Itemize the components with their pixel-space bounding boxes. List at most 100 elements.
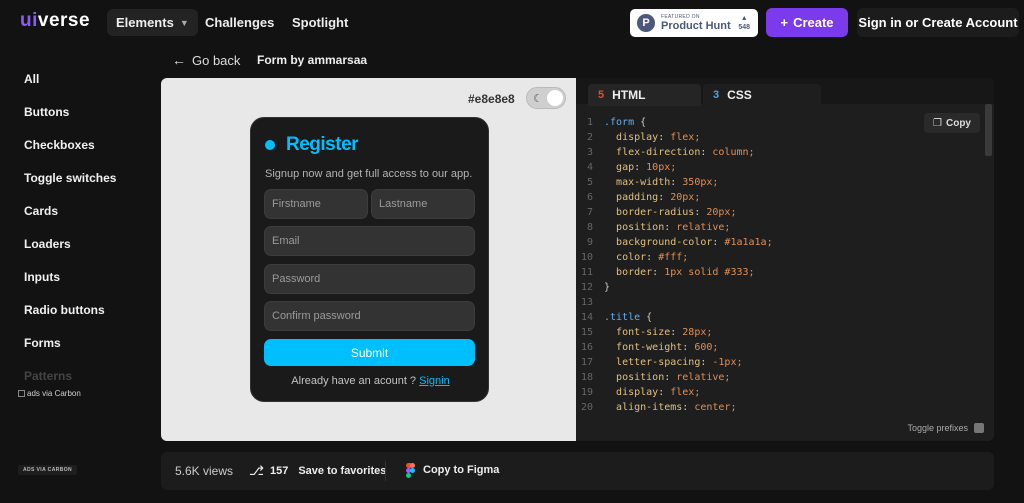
go-back-link[interactable]: ← Go back <box>172 52 240 68</box>
code-text: align-items: center; <box>616 402 737 413</box>
code-text: position: relative; <box>616 222 731 233</box>
sidebar-item-forms[interactable]: Forms <box>24 334 116 367</box>
sidebar: All Buttons Checkboxes Toggle switches C… <box>24 70 116 400</box>
nav-challenges[interactable]: Challenges <box>196 9 283 36</box>
code-line: 13 <box>576 295 981 310</box>
sidebar-item-all[interactable]: All <box>24 70 116 103</box>
form-message: Signup now and get full access to our ap… <box>265 168 473 180</box>
code-line: 3 flex-direction: column; <box>576 145 981 160</box>
ads-via-carbon-link[interactable]: ADS VIA CARBON <box>18 465 78 475</box>
confirm-password-input[interactable] <box>264 301 475 331</box>
save-to-favorites-button[interactable]: ⎇ 157 Save to favorites <box>249 463 386 479</box>
divider <box>385 461 386 481</box>
toggle-knob <box>547 90 563 106</box>
sidebar-item-cards[interactable]: Cards <box>24 202 116 235</box>
lastname-input[interactable] <box>371 189 475 219</box>
line-number: 1 <box>586 117 593 128</box>
code-line: 9 background-color: #1a1a1a; <box>576 235 981 250</box>
line-number: 13 <box>580 297 593 308</box>
line-number: 20 <box>580 402 593 413</box>
line-number: 5 <box>586 177 593 188</box>
code-line: 8 position: relative; <box>576 220 981 235</box>
code-line: 12} <box>576 280 981 295</box>
bookmark-icon: ⎇ <box>249 463 264 478</box>
sidebar-item-radio-buttons[interactable]: Radio buttons <box>24 301 116 334</box>
line-number: 8 <box>586 222 593 233</box>
code-line: 17 letter-spacing: -1px; <box>576 355 981 370</box>
moon-icon: ☾ <box>533 93 543 105</box>
upvote-count: ▲ 548 <box>738 15 750 31</box>
line-number: 14 <box>580 312 593 323</box>
nav-spotlight[interactable]: Spotlight <box>283 9 357 36</box>
code-panel: 5 HTML 3 CSS 1 .form {2 display: flex; 3 fle… <box>576 78 994 441</box>
code-text: letter-spacing: -1px; <box>616 357 743 368</box>
code-tabs: 5 HTML 3 CSS <box>576 78 994 106</box>
tab-css[interactable]: 3 CSS <box>703 84 821 106</box>
code-text: position: relative; <box>616 372 731 383</box>
create-button[interactable]: + Create <box>766 8 848 37</box>
code-text: border: 1px solid #333; <box>616 267 755 278</box>
password-input[interactable] <box>264 264 475 294</box>
line-number: 9 <box>586 237 593 248</box>
nav-elements-dropdown[interactable]: Elements ▼ <box>107 9 198 36</box>
figma-icon <box>406 463 415 478</box>
carbon-ad[interactable]: ads via Carbon <box>18 389 81 398</box>
stats-bar: 5.6K views ⎇ 157 Save to favorites Copy to… <box>161 452 994 490</box>
code-line: 4 gap: 10px; <box>576 160 981 175</box>
logo[interactable]: uiverse <box>20 10 90 32</box>
email-input[interactable] <box>264 226 475 256</box>
copy-button[interactable]: ❐ Copy <box>924 113 980 133</box>
code-line: 6 padding: 20px; <box>576 190 981 205</box>
preview-panel: #e8e8e8 ☾ Register Signup now and get fu… <box>161 78 576 441</box>
code-line: 2 display: flex; <box>576 130 981 145</box>
code-line: 7 border-radius: 20px; <box>576 205 981 220</box>
code-line: 20 align-items: center; <box>576 400 981 415</box>
code-text: font-weight: 600; <box>616 342 719 353</box>
sidebar-item-loaders[interactable]: Loaders <box>24 235 116 268</box>
html5-icon: 5 <box>598 89 605 101</box>
top-bar: uiverse Elements ▼ Challenges Spotlight P… <box>0 0 1024 44</box>
line-number: 19 <box>580 387 593 398</box>
toggle-prefixes[interactable]: Toggle prefixes <box>907 423 984 433</box>
line-number: 3 <box>586 147 593 158</box>
firstname-input[interactable] <box>264 189 368 219</box>
line-number: 18 <box>580 372 593 383</box>
toggle-prefixes-checkbox[interactable] <box>974 423 984 433</box>
code-line: 14 .title { <box>576 310 981 325</box>
tab-html[interactable]: 5 HTML <box>588 84 701 106</box>
arrow-left-icon: ← <box>172 52 186 68</box>
code-text: background-color: #1a1a1a; <box>616 237 773 248</box>
broken-image-icon <box>18 390 25 397</box>
page-title: Form by ammarsaa <box>257 53 368 67</box>
sidebar-item-checkboxes[interactable]: Checkboxes <box>24 136 116 169</box>
plus-icon: + <box>780 15 789 30</box>
code-line: 11 border: 1px solid #333; <box>576 265 981 280</box>
code-text: .title { <box>604 312 653 323</box>
signin-button[interactable]: Sign in or Create Account <box>857 8 1019 37</box>
line-number: 12 <box>580 282 593 293</box>
line-number: 2 <box>586 132 593 143</box>
clipboard-icon: ❐ <box>933 117 942 129</box>
line-number: 7 <box>586 207 593 218</box>
code-line: 19 display: flex; <box>576 385 981 400</box>
code-scrollbar[interactable] <box>985 104 992 156</box>
line-number: 11 <box>580 267 593 278</box>
signin-prompt: Already have an acount ? Signin <box>291 375 450 387</box>
signin-link[interactable]: Signin <box>419 375 450 387</box>
line-number: 17 <box>580 357 593 368</box>
code-editor[interactable]: 1 .form {2 display: flex; 3 flex-direction… <box>576 115 981 415</box>
chevron-down-icon: ▼ <box>179 17 189 28</box>
code-line: 16 font-weight: 600; <box>576 340 981 355</box>
sidebar-item-buttons[interactable]: Buttons <box>24 103 116 136</box>
sidebar-item-toggle-switches[interactable]: Toggle switches <box>24 169 116 202</box>
submit-button[interactable]: Submit <box>264 339 475 366</box>
code-text: padding: 20px; <box>616 192 701 203</box>
code-text: border-radius: 20px; <box>616 207 737 218</box>
sidebar-item-inputs[interactable]: Inputs <box>24 268 116 301</box>
product-hunt-badge[interactable]: P FEATURED ON Product Hunt ▲ 548 <box>630 9 758 37</box>
code-text: flex-direction: column; <box>616 147 755 158</box>
copy-to-figma-button[interactable]: Copy to Figma <box>406 463 499 478</box>
background-color-hex[interactable]: #e8e8e8 <box>468 92 515 106</box>
theme-toggle[interactable]: ☾ <box>526 87 566 109</box>
register-form: Register Signup now and get full access … <box>250 117 489 402</box>
